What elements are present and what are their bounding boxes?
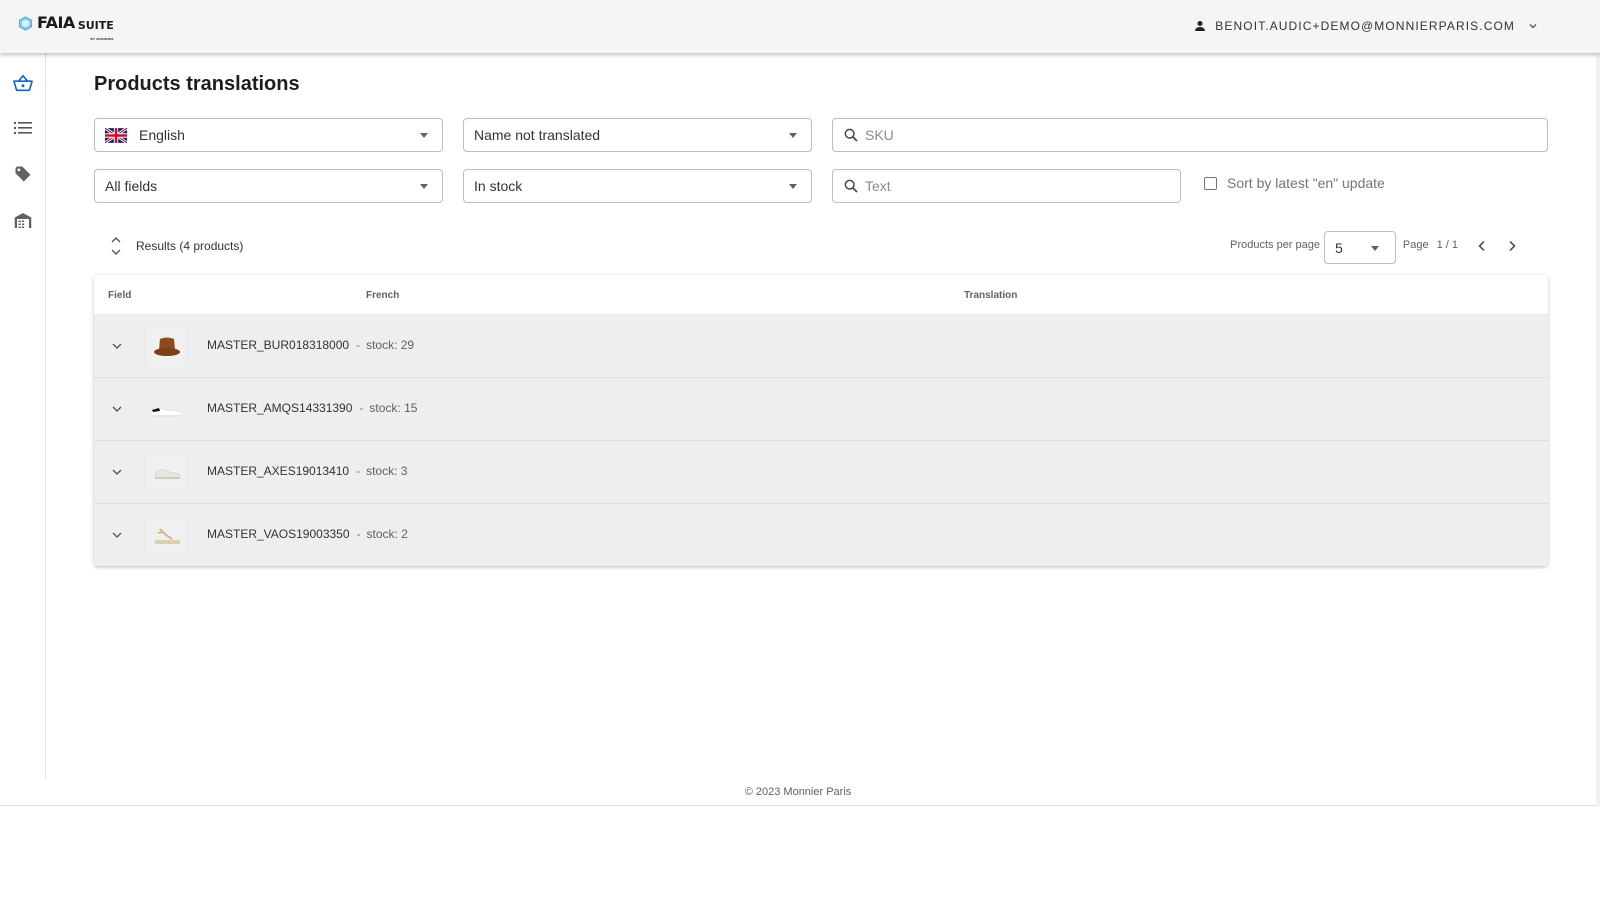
text-placeholder: Text: [865, 178, 891, 194]
product-thumbnail: [147, 453, 187, 493]
product-thumbnail: [147, 327, 187, 367]
user-email: BENOIT.AUDIC+DEMO@MONNIERPARIS.COM: [1215, 19, 1515, 33]
previous-page-button[interactable]: [1472, 236, 1492, 256]
fields-select[interactable]: All fields: [94, 169, 443, 203]
product-sku: MASTER_AXES19013410: [207, 464, 350, 478]
page-label: Page: [1402, 239, 1429, 251]
chevron-right-icon: [1509, 240, 1516, 252]
product-sku: MASTER_BUR018318000: [207, 338, 350, 352]
translation-status-value: Name not translated: [474, 127, 601, 143]
nav-item-list[interactable]: [11, 116, 35, 140]
search-icon: [844, 179, 858, 193]
bucket-hat-icon: [154, 337, 180, 356]
products-table: Field French Translation MASTER_BUR01831…: [94, 275, 1548, 566]
expand-icon[interactable]: [110, 528, 124, 542]
logo-cube-icon: [18, 16, 33, 31]
table-row[interactable]: MASTER_VAOS19003350- stock: 2: [94, 504, 1548, 566]
dropdown-arrow-icon: [789, 133, 797, 138]
text-search-input[interactable]: Text: [832, 169, 1181, 203]
sort-latest-label: Sort by latest "en" update: [1227, 175, 1385, 191]
product-stock: stock: 3: [366, 464, 408, 478]
app-bar: FAIA SUITE BY MONNIER BENOIT.AUDIC+DEMO@…: [0, 0, 1600, 53]
table-row[interactable]: MASTER_AMQS14331390- stock: 15: [94, 378, 1548, 441]
dropdown-arrow-icon: [789, 184, 797, 189]
results-count: Results (4 products): [136, 239, 244, 253]
side-nav: [0, 53, 46, 778]
logo-suite-text: SUITE: [77, 19, 114, 32]
search-icon: [844, 128, 858, 142]
user-menu[interactable]: BENOIT.AUDIC+DEMO@MONNIERPARIS.COM: [1194, 19, 1538, 33]
column-header-translation[interactable]: Translation: [964, 290, 1017, 301]
table-header: Field French Translation: [94, 275, 1548, 315]
dropdown-arrow-icon: [1371, 246, 1379, 251]
language-value: English: [139, 127, 185, 143]
sku-placeholder: SKU: [865, 127, 894, 143]
product-sku-line: MASTER_BUR018318000- stock: 29: [207, 338, 414, 352]
logo-text: FAIA: [37, 13, 75, 32]
scrollbar[interactable]: [1596, 53, 1600, 806]
product-stock: stock: 2: [366, 527, 408, 541]
separator: -: [356, 338, 361, 352]
next-page-button[interactable]: [1502, 236, 1522, 256]
separator: -: [359, 401, 364, 415]
product-thumbnail: [147, 516, 187, 556]
warehouse-icon: [14, 212, 32, 228]
product-sku-line: MASTER_AMQS14331390- stock: 15: [207, 401, 417, 415]
logo[interactable]: FAIA SUITE BY MONNIER: [18, 13, 114, 42]
copyright-text: © 2023 Monnier Paris: [744, 786, 852, 798]
main-content: Products translations English Name not t…: [46, 53, 1596, 778]
unfold-icon[interactable]: [108, 235, 124, 257]
products-per-page-select[interactable]: 5: [1324, 231, 1396, 264]
tag-icon: [15, 166, 31, 182]
column-header-french[interactable]: French: [366, 290, 399, 301]
nav-item-orders[interactable]: [11, 71, 35, 95]
results-bar: Results (4 products) Products per page 5…: [94, 231, 1528, 264]
nav-item-tags[interactable]: [11, 162, 35, 186]
product-sku: MASTER_AMQS14331390: [207, 401, 353, 415]
column-header-field[interactable]: Field: [108, 290, 131, 301]
translation-status-select[interactable]: Name not translated: [463, 118, 812, 152]
logo-subtitle: BY MONNIER: [90, 37, 114, 41]
language-select[interactable]: English: [94, 118, 443, 152]
expand-icon[interactable]: [110, 339, 124, 353]
nav-item-warehouse[interactable]: [11, 208, 35, 232]
uk-flag-icon: [105, 127, 127, 143]
products-per-page-label: Products per page: [1230, 239, 1320, 251]
stock-value: In stock: [474, 178, 523, 194]
product-stock: stock: 15: [369, 401, 418, 415]
sort-latest-checkbox[interactable]: Sort by latest "en" update: [1204, 175, 1385, 191]
separator: -: [356, 464, 361, 478]
table-row[interactable]: MASTER_BUR018318000- stock: 29: [94, 315, 1548, 378]
basket-icon: [13, 74, 33, 92]
stock-select[interactable]: In stock: [463, 169, 812, 203]
expand-icon[interactable]: [110, 402, 124, 416]
chevron-down-icon: [1529, 24, 1537, 29]
page-value: 1 / 1: [1436, 239, 1458, 251]
chevron-left-icon: [1478, 240, 1485, 252]
dropdown-arrow-icon: [420, 133, 428, 138]
product-sku-line: MASTER_AXES19013410- stock: 3: [207, 464, 407, 478]
checkbox-box[interactable]: [1204, 176, 1217, 190]
logo-suite: SUITE BY MONNIER: [77, 19, 114, 42]
expand-icon[interactable]: [110, 465, 124, 479]
product-sku-line: MASTER_VAOS19003350- stock: 2: [207, 527, 408, 541]
product-thumbnail: [147, 390, 187, 430]
table-row[interactable]: MASTER_AXES19013410- stock: 3: [94, 441, 1548, 504]
dropdown-arrow-icon: [420, 184, 428, 189]
footer: © 2023 Monnier Paris: [0, 778, 1596, 806]
products-per-page-value: 5: [1335, 240, 1343, 256]
sandal-icon: [155, 528, 180, 544]
list-icon: [14, 122, 32, 134]
fields-value: All fields: [105, 178, 158, 194]
separator: -: [356, 527, 361, 541]
trainer-icon: [154, 469, 181, 479]
sku-search-input[interactable]: SKU: [832, 118, 1548, 152]
page-title: Products translations: [94, 73, 300, 95]
product-stock: stock: 29: [366, 338, 415, 352]
person-icon: [1195, 21, 1206, 31]
white-sneaker-icon: [150, 407, 183, 417]
product-sku: MASTER_VAOS19003350: [207, 527, 350, 541]
page-indicator: Page 1 / 1: [1403, 239, 1458, 251]
